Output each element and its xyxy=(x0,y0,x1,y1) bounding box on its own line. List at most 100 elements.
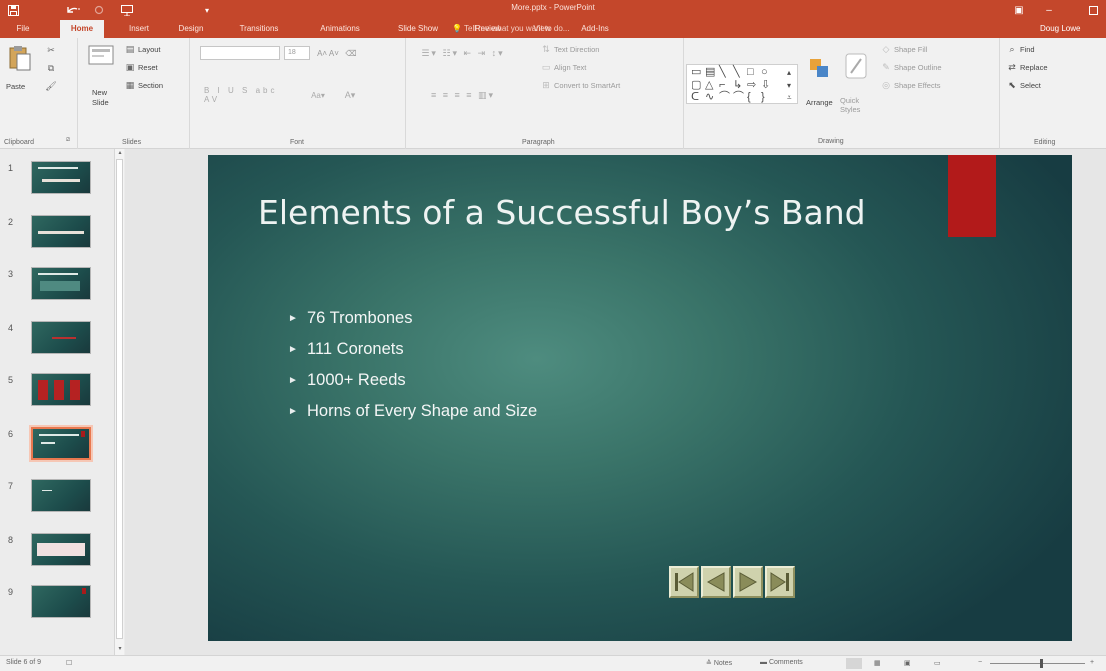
restore-button[interactable] xyxy=(1080,0,1106,20)
arrow-shape-icon[interactable]: ╲ xyxy=(733,67,740,78)
tab-insert[interactable]: Insert xyxy=(120,20,158,38)
paste-label[interactable]: Paste xyxy=(6,82,25,91)
format-painter-icon[interactable]: 🖌 xyxy=(44,80,58,92)
connector-shape-icon[interactable]: ⌐ xyxy=(719,80,725,91)
shapes-gallery[interactable]: ▭ ▤ ╲ ╲ □ ○ ▢ △ ⌐ ↳ ⇨ ⇩ ᑕ ∿ ⌒ ⌒ { } ▴ ▾ … xyxy=(686,64,798,104)
font-size-change-icon[interactable]: A˄ A˅ xyxy=(316,46,340,60)
layout-button[interactable]: Layout xyxy=(138,45,161,54)
arc-shape-icon[interactable]: ⌒ xyxy=(719,92,730,103)
gallery-scroll-up-icon[interactable]: ▴ xyxy=(787,67,791,78)
slide-thumbnail-7[interactable] xyxy=(31,479,91,512)
rounded-rect-shape-icon[interactable]: ▢ xyxy=(691,80,701,91)
list-buttons[interactable]: ☰▾ ☷▾ ⇤ ⇥ ↕▾ xyxy=(408,46,518,60)
font-name-combo[interactable] xyxy=(200,46,280,60)
scroll-down-icon[interactable]: ▾ xyxy=(116,645,124,653)
spell-check-icon[interactable]: ☐ xyxy=(66,659,72,667)
quick-styles-icon[interactable] xyxy=(844,52,868,80)
freeform-shape-icon[interactable]: ∿ xyxy=(705,92,714,103)
zoom-slider[interactable] xyxy=(990,663,1085,664)
section-button[interactable]: Section xyxy=(138,81,163,90)
quick-styles-button[interactable]: Quick Styles xyxy=(840,96,870,114)
paste-icon[interactable] xyxy=(6,44,34,72)
alignment-buttons[interactable]: ≡ ≡ ≡ ≡ ▥▾ xyxy=(408,88,518,102)
zoom-out-icon[interactable]: − xyxy=(978,659,982,666)
shape-effects-button[interactable]: Shape Effects xyxy=(894,81,941,90)
shape-fill-button[interactable]: Shape Fill xyxy=(894,45,927,54)
slide-sorter-icon[interactable]: ▦ xyxy=(874,659,881,667)
clear-formatting-icon[interactable]: ⌫ xyxy=(344,46,358,60)
elbow-shape-icon[interactable]: ↳ xyxy=(733,80,742,91)
align-text-button[interactable]: Align Text xyxy=(554,63,586,72)
copy-icon[interactable]: ⧉ xyxy=(44,62,58,74)
tab-design[interactable]: Design xyxy=(170,20,212,38)
slide-thumbnail-1[interactable] xyxy=(31,161,91,194)
tab-transitions[interactable]: Transitions xyxy=(230,20,288,38)
tell-me-box[interactable]: 💡 Tell me what you want to do... xyxy=(452,20,569,38)
thumbnail-scrollbar[interactable]: ▴ ▾ xyxy=(114,149,124,655)
new-slide-icon[interactable] xyxy=(88,44,114,74)
font-style-buttons[interactable]: B I U S abc AV xyxy=(204,86,294,104)
red-accent-bar[interactable] xyxy=(948,155,996,237)
text-box-shape-icon[interactable]: ▭ xyxy=(691,67,701,78)
slide-thumbnail-6[interactable] xyxy=(29,425,93,462)
slide-thumbnail-5[interactable] xyxy=(31,373,91,406)
dialog-launcher-icon[interactable]: ⧄ xyxy=(64,136,72,144)
curve-shape-icon[interactable]: ᑕ xyxy=(691,92,699,103)
tab-file[interactable]: File xyxy=(8,20,38,38)
change-case-icon[interactable]: Aa▾ xyxy=(298,88,338,102)
gallery-scroll-down-icon[interactable]: ▾ xyxy=(787,80,791,91)
font-size-combo[interactable]: 18 xyxy=(284,46,310,60)
line-shape-icon[interactable]: ╲ xyxy=(719,67,726,78)
convert-smartart-button[interactable]: Convert to SmartArt xyxy=(554,81,620,90)
oval-shape-icon[interactable]: ○ xyxy=(761,67,768,78)
slide-canvas[interactable]: Elements of a Successful Boy’s Band ► 76 … xyxy=(208,155,1072,641)
first-slide-icon[interactable] xyxy=(669,566,699,598)
last-slide-icon[interactable] xyxy=(765,566,795,598)
minimize-button[interactable]: – xyxy=(1036,0,1062,20)
arrange-icon[interactable] xyxy=(808,56,830,80)
shape-outline-button[interactable]: Shape Outline xyxy=(894,63,942,72)
reading-view-icon[interactable]: ▣ xyxy=(904,659,911,667)
notes-button[interactable]: ≙ Notes xyxy=(706,659,732,667)
user-name[interactable]: Doug Lowe xyxy=(1040,20,1080,38)
bullet-list[interactable]: ► 76 Trombones ► 111 Coronets ► 1000+ Reeds… xyxy=(288,303,537,427)
slide-thumbnail-9[interactable] xyxy=(31,585,91,618)
tab-home[interactable]: Home xyxy=(60,20,104,38)
vertical-text-shape-icon[interactable]: ▤ xyxy=(705,67,715,78)
right-arrow-shape-icon[interactable]: ⇨ xyxy=(747,80,756,91)
slide-thumbnail-3[interactable] xyxy=(31,267,91,300)
slideshow-view-icon[interactable]: ▭ xyxy=(934,659,941,667)
find-button[interactable]: Find xyxy=(1020,45,1035,54)
reset-button[interactable]: Reset xyxy=(138,63,158,72)
zoom-slider-thumb[interactable] xyxy=(1040,659,1043,668)
down-arrow-shape-icon[interactable]: ⇩ xyxy=(761,80,770,91)
right-brace-shape-icon[interactable]: } xyxy=(761,92,765,103)
slide-thumbnail-4[interactable] xyxy=(31,321,91,354)
normal-view-icon[interactable] xyxy=(846,658,862,669)
scroll-up-icon[interactable]: ▴ xyxy=(116,149,124,157)
zoom-in-icon[interactable]: + xyxy=(1090,659,1094,666)
new-slide-label[interactable]: New Slide xyxy=(92,88,122,108)
ribbon-display-options-icon[interactable]: ▣ xyxy=(1006,0,1032,20)
gallery-more-icon[interactable]: ⩡ xyxy=(787,92,792,103)
slide-title[interactable]: Elements of a Successful Boy’s Band xyxy=(258,189,878,236)
next-slide-icon[interactable] xyxy=(733,566,763,598)
select-button[interactable]: Select xyxy=(1020,81,1041,90)
comments-button[interactable]: ▬ Comments xyxy=(760,659,803,666)
tab-add-ins[interactable]: Add-Ins xyxy=(572,20,618,38)
tab-slide-show[interactable]: Slide Show xyxy=(390,20,446,38)
slide-thumbnail-2[interactable] xyxy=(31,215,91,248)
left-brace-shape-icon[interactable]: { xyxy=(747,92,751,103)
triangle-shape-icon[interactable]: △ xyxy=(705,80,713,91)
font-color-icon[interactable]: A▾ xyxy=(340,88,360,102)
brace-shape-icon[interactable]: ⌒ xyxy=(733,92,744,103)
text-direction-button[interactable]: Text Direction xyxy=(554,45,599,54)
arrange-button[interactable]: Arrange xyxy=(806,98,833,107)
rectangle-shape-icon[interactable]: □ xyxy=(747,67,754,78)
slide-thumbnail-8[interactable] xyxy=(31,533,91,566)
replace-button[interactable]: Replace xyxy=(1020,63,1048,72)
scrollbar-thumb[interactable] xyxy=(116,159,123,639)
cut-icon[interactable]: ✂ xyxy=(44,44,58,56)
tab-animations[interactable]: Animations xyxy=(310,20,370,38)
previous-slide-icon[interactable] xyxy=(701,566,731,598)
